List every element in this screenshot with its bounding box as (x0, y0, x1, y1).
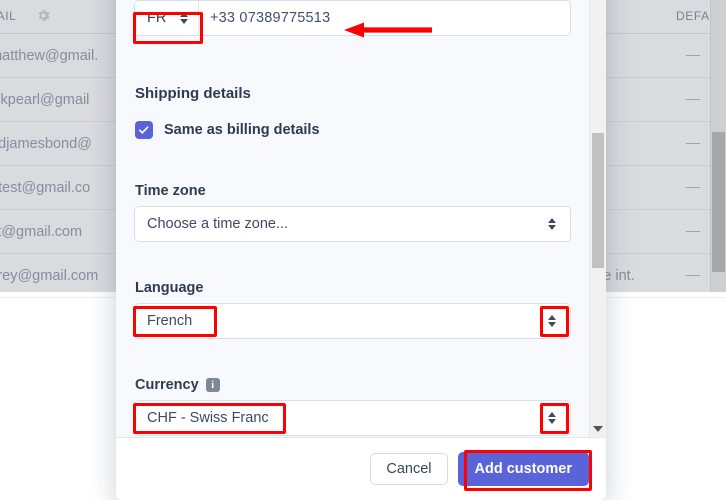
dialog-footer: Cancel Add customer (116, 437, 606, 500)
up-down-chevron-icon (179, 10, 190, 26)
language-select[interactable]: French (134, 303, 571, 339)
caret-down-icon[interactable] (593, 426, 603, 432)
shipping-details-title: Shipping details (135, 85, 251, 102)
phone-field[interactable]: FR +33 07389775513 (134, 0, 571, 36)
language-value: French (147, 313, 193, 329)
same-as-billing-checkbox[interactable]: Same as billing details (135, 121, 320, 139)
dialog-scrollbar[interactable] (589, 0, 606, 437)
country-code-value: FR (147, 10, 167, 26)
check-icon (139, 126, 149, 134)
add-customer-button[interactable]: Add customer (457, 452, 589, 486)
add-customer-dialog: FR +33 07389775513 Shipping details Same… (116, 0, 606, 500)
dialog-scrollbar-thumb[interactable] (592, 133, 604, 268)
info-icon[interactable]: i (205, 378, 220, 392)
timezone-label: Time zone (135, 183, 206, 199)
up-down-chevron-icon (547, 216, 558, 232)
currency-label: Currency i (135, 377, 220, 393)
same-as-billing-label: Same as billing details (164, 122, 320, 138)
currency-value: CHF - Swiss Franc (147, 410, 269, 426)
dialog-body: FR +33 07389775513 Shipping details Same… (116, 0, 606, 437)
checkbox-box[interactable] (135, 121, 153, 139)
currency-select[interactable]: CHF - Swiss Franc (134, 400, 571, 436)
country-code-select[interactable]: FR (135, 1, 199, 35)
cancel-button[interactable]: Cancel (370, 453, 448, 485)
timezone-select[interactable]: Choose a time zone... (134, 206, 571, 242)
language-label: Language (135, 280, 204, 296)
timezone-value: Choose a time zone... (147, 216, 289, 232)
currency-label-text: Currency (135, 377, 199, 393)
up-down-chevron-icon (547, 313, 558, 329)
up-down-chevron-icon (547, 410, 558, 426)
phone-number-value: +33 07389775513 (210, 10, 331, 26)
